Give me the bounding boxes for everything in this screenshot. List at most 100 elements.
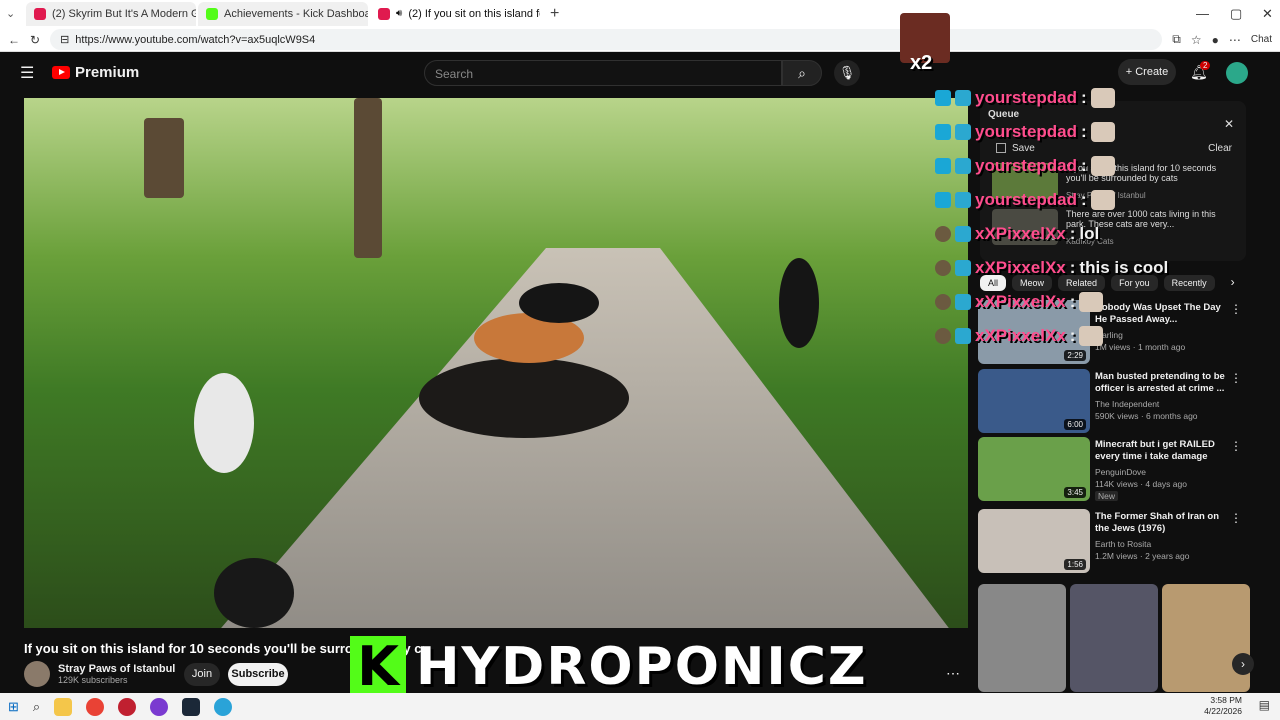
video-frame-cat bbox=[419, 358, 629, 438]
chat-colon: : bbox=[1069, 292, 1076, 311]
taskbar-search-icon[interactable]: ⌕ bbox=[33, 699, 40, 715]
start-icon[interactable]: ⊞ bbox=[8, 699, 19, 715]
video-frame-cat bbox=[214, 558, 294, 628]
account-avatar[interactable] bbox=[1226, 62, 1248, 84]
close-window-icon[interactable]: ✕ bbox=[1262, 6, 1273, 22]
tab-kick-dashboard[interactable]: Achievements - Kick Dashboard✕ bbox=[198, 1, 368, 26]
chat-button[interactable]: Chat bbox=[1251, 34, 1272, 45]
chat-message: yourstepdad: bbox=[935, 183, 1195, 217]
badge-icon bbox=[935, 158, 951, 174]
steam-icon[interactable] bbox=[182, 697, 201, 716]
badge-icon bbox=[935, 226, 951, 242]
video-frame-cat bbox=[194, 373, 254, 473]
badge-icon bbox=[935, 328, 951, 344]
system-clock[interactable]: 3:58 PM 4/22/2026 bbox=[1204, 695, 1242, 717]
video-frame-tree bbox=[354, 98, 382, 258]
profile-icon[interactable]: ● bbox=[1212, 33, 1219, 47]
youtube-logo[interactable]: Premium bbox=[52, 64, 139, 81]
kebab-menu-icon[interactable]: ⋮ bbox=[1230, 371, 1242, 385]
minimize-icon[interactable]: — bbox=[1196, 6, 1209, 21]
more-menu-icon[interactable]: ⋯ bbox=[1229, 33, 1241, 47]
maximize-icon[interactable]: ▢ bbox=[1230, 6, 1242, 22]
favorites-icon[interactable]: ☆ bbox=[1191, 33, 1202, 47]
short-thumbnail[interactable] bbox=[1162, 584, 1250, 692]
search-input[interactable]: Search bbox=[424, 60, 782, 86]
shorts-shelf bbox=[978, 584, 1250, 692]
chat-username: xXPixxelXx bbox=[975, 224, 1066, 243]
recommended-video[interactable]: 3:45 Minecraft but i get RAILED every ti… bbox=[978, 437, 1248, 501]
rec-meta: 1.2M views · 2 years ago bbox=[1095, 551, 1190, 561]
kick-favicon-icon bbox=[206, 7, 218, 20]
kick-streamer-overlay: K HYDROPONICZ bbox=[350, 636, 868, 698]
app-icon[interactable] bbox=[150, 697, 169, 716]
short-thumbnail[interactable] bbox=[978, 584, 1066, 692]
join-button[interactable]: Join bbox=[184, 663, 220, 686]
tab-skyrim[interactable]: (2) Skyrim But It's A Modern Game✕ bbox=[26, 1, 196, 26]
channel-info: Stray Paws of Istanbul 129K subscribers bbox=[58, 663, 175, 685]
search-button[interactable]: ⌕ bbox=[782, 60, 822, 86]
voice-search-button[interactable]: 🎙︎ bbox=[834, 60, 860, 86]
tab-strip: ⌄ (2) Skyrim But It's A Modern Game✕ Ach… bbox=[0, 0, 1280, 27]
recommended-video[interactable]: 1:56 The Former Shah of Iran on the Jews… bbox=[978, 509, 1248, 573]
kebab-menu-icon[interactable]: ⋮ bbox=[1230, 511, 1242, 525]
new-tab-icon[interactable]: + bbox=[550, 5, 559, 23]
back-icon[interactable]: ← bbox=[8, 33, 20, 47]
app-icon[interactable] bbox=[118, 697, 137, 716]
channel-name[interactable]: Stray Paws of Istanbul bbox=[58, 663, 175, 675]
url-field[interactable]: ⊟ https://www.youtube.com/watch?v=ax5uqlc… bbox=[50, 29, 1163, 50]
chat-username: yourstepdad bbox=[975, 122, 1078, 141]
rec-channel: Earth to Rosita bbox=[1095, 539, 1152, 549]
edge-icon[interactable] bbox=[214, 697, 233, 716]
notification-count-badge: 2 bbox=[1200, 61, 1211, 70]
new-badge: New bbox=[1095, 491, 1119, 501]
speaker-icon[interactable]: 🔊︎ bbox=[396, 8, 402, 19]
video-thumbnail: 3:45 bbox=[978, 437, 1090, 501]
chat-text: lol bbox=[1079, 224, 1100, 243]
badge-icon bbox=[955, 294, 971, 310]
clear-button[interactable]: Clear bbox=[1208, 143, 1232, 154]
chrome-icon[interactable] bbox=[86, 697, 105, 716]
tab-label: Achievements - Kick Dashboard bbox=[224, 7, 368, 20]
menu-icon[interactable]: ☰ bbox=[20, 63, 34, 83]
extensions-icon[interactable]: ⧉ bbox=[1172, 32, 1181, 47]
close-queue-icon[interactable]: ✕ bbox=[1224, 117, 1234, 131]
channel-avatar[interactable] bbox=[24, 661, 50, 687]
chat-message: xXPixxelXx: bbox=[935, 285, 1195, 319]
video-title: If you sit on this island for 10 seconds… bbox=[24, 641, 424, 656]
tab-list-icon[interactable]: ⌄ bbox=[6, 7, 24, 20]
file-explorer-icon[interactable] bbox=[54, 697, 73, 716]
chat-username: xXPixxelXx bbox=[975, 326, 1066, 345]
tab-youtube-cats[interactable]: 🔊︎(2) If you sit on this island for✕ bbox=[370, 1, 540, 26]
windows-taskbar: ⊞ ⌕ 3:58 PM 4/22/2026 ▤ bbox=[0, 693, 1280, 720]
shorts-next-icon[interactable]: › bbox=[1232, 653, 1254, 675]
badge-icon bbox=[935, 90, 951, 106]
kebab-menu-icon[interactable]: ⋮ bbox=[1230, 302, 1242, 316]
stream-chat-overlay: yourstepdad: yourstepdad: yourstepdad: y… bbox=[935, 81, 1195, 353]
clock-date: 4/22/2026 bbox=[1204, 706, 1242, 716]
video-player[interactable] bbox=[24, 98, 968, 628]
cat-emote-icon bbox=[1090, 88, 1115, 108]
recommended-video[interactable]: 6:00 Man busted pretending to be officer… bbox=[978, 369, 1248, 433]
chat-colon: : bbox=[1069, 258, 1076, 277]
kebab-menu-icon[interactable]: ⋮ bbox=[1230, 439, 1242, 453]
badge-icon bbox=[955, 328, 971, 344]
chat-message: yourstepdad: bbox=[935, 149, 1195, 183]
chat-text: this is cool bbox=[1079, 258, 1169, 277]
rec-channel: PenguinDove bbox=[1095, 467, 1147, 477]
chat-colon: : bbox=[1069, 326, 1076, 345]
subscriber-count: 129K subscribers bbox=[58, 675, 128, 685]
rec-title: Man busted pretending to be officer is a… bbox=[1095, 371, 1225, 394]
more-actions-icon[interactable]: ⋯ bbox=[946, 665, 960, 682]
short-thumbnail[interactable] bbox=[1070, 584, 1158, 692]
chevron-right-icon[interactable]: › bbox=[1231, 275, 1235, 291]
emote-icon bbox=[1079, 326, 1104, 346]
badge-icon bbox=[955, 158, 971, 174]
subscribe-button[interactable]: Subscribe bbox=[228, 663, 288, 686]
rec-channel: The Independent bbox=[1095, 399, 1160, 409]
tab-label: (2) If you sit on this island for bbox=[408, 7, 540, 20]
notification-center-icon[interactable]: ▤ bbox=[1259, 698, 1270, 712]
cat-emote-icon bbox=[1090, 156, 1115, 176]
channel-row: Stray Paws of Istanbul 129K subscribers bbox=[24, 661, 175, 687]
site-info-icon[interactable]: ⊟ bbox=[60, 33, 69, 46]
reload-icon[interactable]: ↻ bbox=[30, 33, 40, 47]
